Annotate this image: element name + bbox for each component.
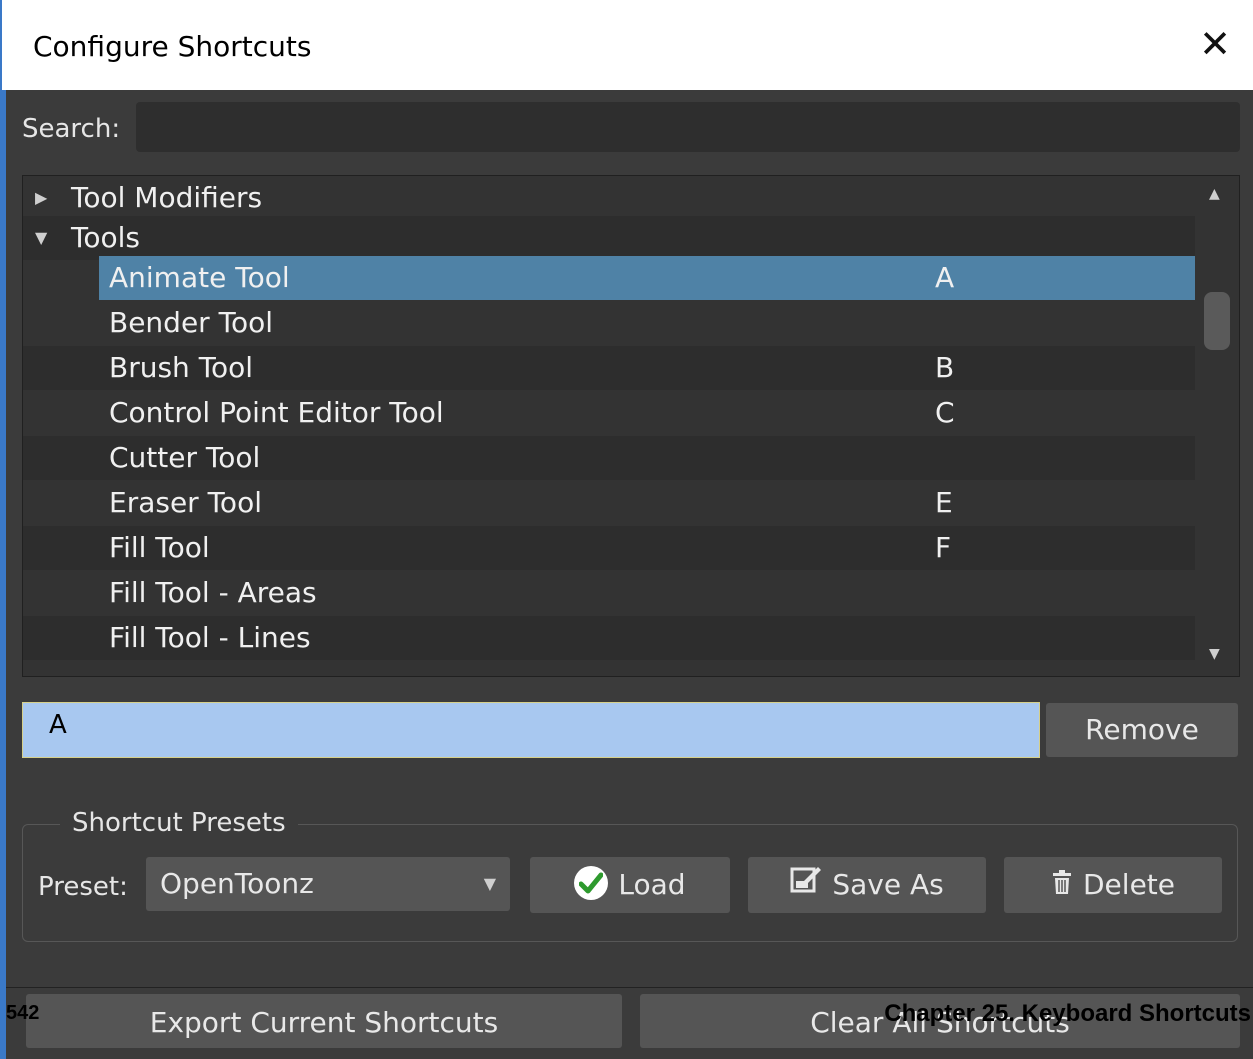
load-button[interactable]: Load	[530, 857, 730, 913]
tree-item-shortcut: E	[935, 486, 953, 519]
tree-item-shortcut: B	[935, 351, 955, 384]
dropdown-caret-icon: ▼	[483, 874, 496, 893]
tree-item-label: Animate Tool	[109, 261, 290, 294]
tree-item-label: Fill Tool - Areas	[109, 576, 317, 609]
expand-arrow-icon[interactable]: ▶	[35, 176, 47, 220]
tree-item-label: Control Point Editor Tool	[109, 396, 444, 429]
tree-item-fill-tool[interactable]: Fill Tool F	[23, 526, 1195, 570]
scroll-up-icon[interactable]: ▲	[1209, 186, 1220, 202]
tree-scrollbar[interactable]: ▲ ▼	[1195, 176, 1239, 676]
save-as-button[interactable]: Save As	[748, 857, 986, 913]
page-number: 542	[6, 1002, 40, 1024]
delete-button[interactable]: Delete	[1004, 857, 1222, 913]
tree-item-label: Bender Tool	[109, 306, 273, 339]
tree-group-tool-modifiers[interactable]: ▶ Tool Modifiers	[23, 176, 1195, 220]
tree-item-label: Fill Tool	[109, 531, 210, 564]
configure-shortcuts-dialog: Configure Shortcuts ✕ Search: ▶ Tool Mod…	[0, 0, 1253, 1059]
shortcut-presets-title: Shortcut Presets	[60, 808, 298, 838]
title-bar: Configure Shortcuts ✕	[0, 0, 1253, 90]
scroll-down-icon[interactable]: ▼	[1209, 646, 1220, 662]
check-icon	[574, 866, 609, 900]
tree-group-label: Tool Modifiers	[71, 181, 263, 214]
bottom-divider	[6, 987, 1253, 988]
tree-item-fill-tool-areas[interactable]: Fill Tool - Areas	[23, 571, 1195, 615]
tree-item-shortcut: C	[935, 396, 955, 429]
tree-item-shortcut: F	[935, 531, 952, 564]
tree-item-animate-tool[interactable]: Animate Tool A	[23, 256, 1195, 300]
tree-item-brush-tool[interactable]: Brush Tool B	[23, 346, 1195, 390]
tree-item-label: Brush Tool	[109, 351, 254, 384]
scrollbar-thumb[interactable]	[1204, 292, 1230, 350]
shortcut-edit-field[interactable]: A	[22, 702, 1040, 758]
preset-label: Preset:	[38, 872, 128, 902]
collapse-arrow-icon[interactable]: ▼	[35, 216, 47, 260]
tree-group-label: Tools	[71, 221, 140, 254]
chapter-heading: Chapter 25. Keyboard Shortcuts	[884, 1000, 1251, 1027]
export-current-shortcuts-button[interactable]: Export Current Shortcuts	[26, 994, 622, 1048]
shortcut-tree: ▶ Tool Modifiers ▼ Tools Animate Tool A …	[22, 175, 1240, 677]
tree-item-label: Fill Tool - Lines	[109, 621, 311, 654]
save-as-label: Save As	[832, 868, 944, 901]
close-icon[interactable]: ✕	[1189, 18, 1241, 70]
save-as-icon	[790, 858, 822, 914]
load-label: Load	[618, 868, 686, 901]
search-input[interactable]	[136, 102, 1240, 152]
tree-item-label: Cutter Tool	[109, 441, 261, 474]
tree-item-cutter-tool[interactable]: Cutter Tool	[23, 436, 1195, 480]
dialog-title: Configure Shortcuts	[33, 30, 312, 63]
preset-dropdown[interactable]: OpenToonz ▼	[146, 857, 510, 911]
tree-group-tools[interactable]: ▼ Tools	[23, 216, 1195, 260]
tree-item-control-point-editor-tool[interactable]: Control Point Editor Tool C	[23, 391, 1195, 435]
tree-item-label: Eraser Tool	[109, 486, 262, 519]
delete-label: Delete	[1083, 868, 1175, 901]
tree-item-bender-tool[interactable]: Bender Tool	[23, 301, 1195, 345]
remove-button[interactable]: Remove	[1046, 703, 1238, 757]
preset-selected-value: OpenToonz	[160, 867, 314, 900]
tree-item-shortcut: A	[935, 261, 955, 294]
search-label: Search:	[22, 114, 121, 144]
tree-item-fill-tool-lines[interactable]: Fill Tool - Lines	[23, 616, 1195, 660]
tree-item-eraser-tool[interactable]: Eraser Tool E	[23, 481, 1195, 525]
trash-icon	[1051, 858, 1073, 914]
